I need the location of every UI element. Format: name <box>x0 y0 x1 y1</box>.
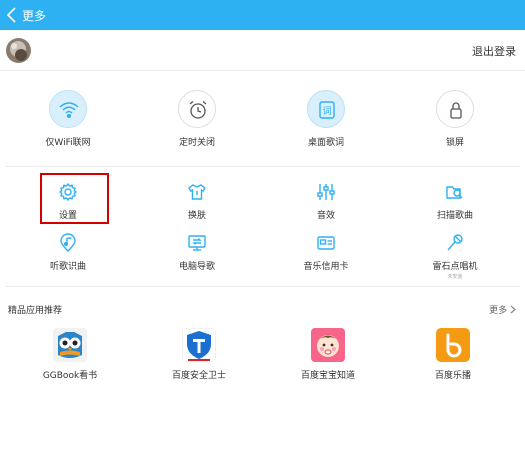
music-recognition-icon <box>18 233 118 253</box>
ggbook-owl-icon <box>53 328 87 362</box>
baby-face-icon <box>311 328 345 362</box>
account-row: 退出登录 <box>0 30 525 71</box>
tool-sound-effects[interactable]: 音效 <box>276 182 376 221</box>
section-title: 精品应用推荐 <box>8 306 63 316</box>
app-baidu-security[interactable]: 百度安全卫士 <box>149 328 249 381</box>
tool-music-credit-card[interactable]: 音乐信用卡 <box>276 233 376 272</box>
toggle-lock-screen[interactable]: 锁屏 <box>405 90 505 148</box>
tool-label: 扫描歌曲 <box>436 211 473 221</box>
app-label: 百度乐播 <box>434 371 471 381</box>
desktop-lyrics-icon: 词 <box>307 90 345 128</box>
chevron-right-icon <box>510 305 516 316</box>
app-label: 百度宝宝知道 <box>300 371 355 381</box>
tshirt-icon <box>147 182 247 202</box>
tool-skin[interactable]: 换肤 <box>147 182 247 221</box>
microphone-icon <box>405 233 505 253</box>
lock-icon <box>436 90 474 128</box>
equalizer-icon <box>276 182 376 202</box>
chevron-left-icon[interactable] <box>4 5 22 25</box>
tool-label: 听歌识曲 <box>49 262 86 272</box>
not-installed-label: 未安装 <box>447 274 463 280</box>
toggle-desktop-lyrics[interactable]: 词 桌面歌词 <box>276 90 376 148</box>
title-bar: 更多 <box>0 0 525 30</box>
toggle-label: 仅WiFi联网 <box>45 138 91 148</box>
settings-highlight-box <box>40 173 109 224</box>
app-label: 百度安全卫士 <box>171 371 226 381</box>
alarm-clock-icon <box>178 90 216 128</box>
toggle-label: 锁屏 <box>445 138 464 148</box>
logout-button[interactable]: 退出登录 <box>472 43 516 59</box>
app-baidu-baby[interactable]: 百度宝宝知道 <box>278 328 378 381</box>
app-baidu-lebo[interactable]: 百度乐播 <box>403 328 503 381</box>
svg-text:词: 词 <box>322 106 331 117</box>
toggle-label: 桌面歌词 <box>307 138 344 148</box>
divider <box>5 166 520 167</box>
page-title: 更多 <box>22 9 47 23</box>
tool-label: 音乐信用卡 <box>303 262 349 272</box>
toggle-sleep-timer[interactable]: 定时关闭 <box>147 90 247 148</box>
computer-transfer-icon <box>147 233 247 253</box>
tool-leishi-jukebox[interactable]: 雷石点唱机 未安装 <box>405 233 505 280</box>
divider <box>5 286 520 287</box>
tool-label: 换肤 <box>187 211 206 221</box>
tool-music-recognition[interactable]: 听歌识曲 <box>18 233 118 272</box>
credit-card-icon <box>276 233 376 253</box>
avatar[interactable] <box>6 38 31 63</box>
tool-label: 雷石点唱机 <box>432 262 478 272</box>
tool-pc-transfer[interactable]: 电脑导歌 <box>147 233 247 272</box>
app-label: GGBook看书 <box>42 371 98 381</box>
baidu-lebo-icon <box>436 328 470 362</box>
tool-label: 音效 <box>316 211 335 221</box>
toggle-label: 定时关闭 <box>178 138 215 148</box>
wifi-icon <box>49 90 87 128</box>
more-link[interactable]: 更多 <box>489 303 516 316</box>
scan-folder-icon <box>405 182 505 202</box>
tool-scan-songs[interactable]: 扫描歌曲 <box>405 182 505 221</box>
toggle-wifi-only[interactable]: 仅WiFi联网 <box>18 90 118 148</box>
tool-label: 电脑导歌 <box>178 262 215 272</box>
more-label: 更多 <box>489 306 508 316</box>
app-ggbook[interactable]: GGBook看书 <box>20 328 120 381</box>
baidu-shield-icon <box>182 328 216 362</box>
